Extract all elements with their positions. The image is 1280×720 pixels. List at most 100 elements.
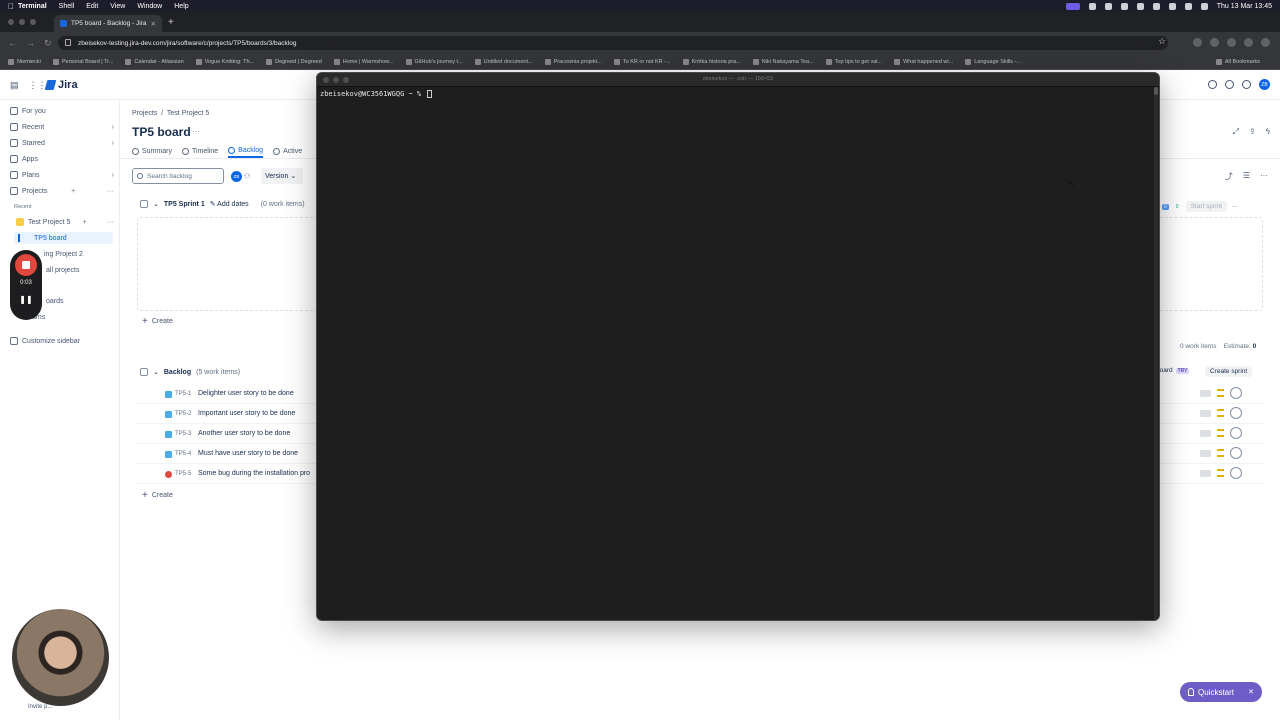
close-icon[interactable]: ✕ xyxy=(1248,688,1254,696)
tab-backlog[interactable]: Backlog xyxy=(228,144,264,158)
sidebar-item-all-projects[interactable]: all projects xyxy=(46,267,116,274)
more-icon[interactable]: ··· xyxy=(1232,204,1238,210)
priority-medium-icon[interactable] xyxy=(1217,389,1224,397)
fullscreen-icon[interactable]: ⤢ xyxy=(1233,127,1239,137)
more-icon[interactable]: ··· xyxy=(107,188,114,195)
sidebar-item-customize[interactable]: Customize sidebar xyxy=(10,337,114,345)
story-points-field[interactable] xyxy=(1200,430,1211,437)
menu-shell[interactable]: Shell xyxy=(59,3,75,10)
sidebar-item-test-project-5[interactable]: Test Project 5 + ··· xyxy=(16,218,114,226)
story-points-field[interactable] xyxy=(1200,470,1211,477)
more-icon[interactable]: ··· xyxy=(1260,171,1268,182)
chevron-down-icon[interactable]: ⌄ xyxy=(153,368,159,376)
quickstart-button[interactable]: Quickstart ✕ xyxy=(1180,682,1262,702)
sidebar-item-tp5-board[interactable]: TP5 board xyxy=(14,232,113,244)
issue-key[interactable]: TP5-5 xyxy=(175,471,191,477)
sidebar-item-project-2[interactable]: ing Project 2 xyxy=(44,251,114,258)
assignee-avatar[interactable] xyxy=(1230,407,1242,419)
settings-tray-icon[interactable] xyxy=(1088,2,1096,10)
site-info-icon[interactable] xyxy=(65,39,71,46)
issue-key[interactable]: TP5-2 xyxy=(175,411,191,417)
minimize-window-icon[interactable] xyxy=(19,19,25,25)
bookmark-item[interactable]: Niki Nakayama Tea... xyxy=(752,58,814,65)
bookmark-item[interactable]: Language Skills -... xyxy=(965,58,1021,65)
bookmark-item[interactable]: Untitled document... xyxy=(474,58,533,65)
search-tray-icon[interactable] xyxy=(1184,2,1192,10)
bluetooth-tray-icon[interactable] xyxy=(1152,2,1160,10)
forward-icon[interactable]: → xyxy=(26,38,36,48)
insights-icon[interactable]: ⤴ xyxy=(1225,171,1233,182)
apple-icon[interactable]:  xyxy=(8,2,18,11)
new-tab-icon[interactable]: + xyxy=(168,17,174,28)
bookmark-item[interactable]: Top tips to get val... xyxy=(825,58,882,65)
address-bar[interactable]: zbeisekov-testing.jira-dev.com/jira/soft… xyxy=(58,36,1168,50)
sidebar-item-starred[interactable]: Starred › xyxy=(10,139,114,147)
terminal-window[interactable]: zbeisekov — -zsh — 166×53 zbeisekov@WC35… xyxy=(316,72,1160,621)
menu-edit[interactable]: Edit xyxy=(86,3,98,10)
bookmark-item[interactable]: Home | Warmshow... xyxy=(333,58,394,65)
wifi-icon[interactable] xyxy=(1168,2,1176,10)
terminal-scrollbar[interactable] xyxy=(1154,87,1158,620)
jira-logo[interactable]: Jira xyxy=(44,79,78,91)
priority-medium-icon[interactable] xyxy=(1217,409,1224,417)
backlog-checkbox[interactable] xyxy=(140,368,148,376)
menu-view[interactable]: View xyxy=(110,3,125,10)
all-bookmarks[interactable]: All Bookmarks xyxy=(1215,58,1260,65)
bookmark-item[interactable]: To KR or not KR -... xyxy=(613,58,671,65)
view-settings-icon[interactable]: ☰ xyxy=(1243,171,1250,182)
story-points-field[interactable] xyxy=(1200,410,1211,417)
assignee-avatar[interactable] xyxy=(1230,467,1242,479)
add-dates-link[interactable]: ✎ Add dates xyxy=(210,200,249,208)
issue-summary[interactable]: Some bug during the installation pro xyxy=(198,470,310,477)
bookmark-item[interactable]: Calendar - Atlassian xyxy=(125,58,184,65)
chevron-down-icon[interactable]: ⌄ xyxy=(153,200,159,208)
invite-people-button[interactable]: Invite p... xyxy=(10,700,115,714)
assignee-avatar[interactable] xyxy=(1230,447,1242,459)
assignee-filter-icon[interactable]: ⚇ xyxy=(244,172,250,180)
terminal-titlebar[interactable]: zbeisekov — -zsh — 166×53 xyxy=(317,73,1159,87)
breadcrumb-project[interactable]: Test Project 5 xyxy=(167,110,209,117)
issue-summary[interactable]: Another user story to be done xyxy=(198,430,290,437)
bookmark-item[interactable]: Vogue Knitting: Th... xyxy=(195,58,254,65)
menu-help[interactable]: Help xyxy=(174,3,188,10)
stop-recording-icon[interactable] xyxy=(15,254,37,276)
settings-icon[interactable] xyxy=(1242,80,1251,89)
extension-icon[interactable] xyxy=(1227,38,1236,47)
share-icon[interactable]: ⇪ xyxy=(1249,127,1256,137)
start-sprint-button[interactable]: Start sprint xyxy=(1185,201,1227,212)
sidebar-item-for-you[interactable]: For you xyxy=(10,107,114,115)
issue-key[interactable]: TP5-3 xyxy=(175,431,191,437)
sidebar-item-projects[interactable]: Projects + ··· xyxy=(10,187,114,195)
profile-icon[interactable] xyxy=(1244,38,1253,47)
sidebar-item-boards[interactable]: oards xyxy=(46,298,116,305)
add-project-icon[interactable]: + xyxy=(71,188,75,195)
sidebar-item-teams[interactable]: ams xyxy=(32,314,102,321)
bookmark-item[interactable]: Pracownia projekt... xyxy=(544,58,602,65)
reload-icon[interactable]: ↻ xyxy=(44,38,54,49)
zoom-window-icon[interactable] xyxy=(30,19,36,25)
version-filter[interactable]: Version ⌄ xyxy=(261,168,303,184)
assignee-avatar[interactable] xyxy=(1230,427,1242,439)
tab-timeline[interactable]: Timeline xyxy=(181,147,218,155)
tab-active-sprint[interactable]: Active xyxy=(273,147,302,155)
breadcrumb-projects[interactable]: Projects xyxy=(132,110,157,117)
bookmark-star-icon[interactable]: ☆ xyxy=(1158,36,1166,47)
notifications-icon[interactable] xyxy=(1208,80,1217,89)
terminal-content[interactable]: zbeisekov@WC3561WGQG ~ % xyxy=(317,87,1159,101)
priority-medium-icon[interactable] xyxy=(1217,429,1224,437)
close-tab-icon[interactable]: ✕ xyxy=(151,20,156,28)
more-icon[interactable]: ··· xyxy=(107,219,114,226)
board-actions-icon[interactable]: ··· xyxy=(192,127,200,136)
story-points-field[interactable] xyxy=(1200,450,1211,457)
sidebar-toggle-icon[interactable]: ▤ xyxy=(10,80,19,91)
story-points-field[interactable] xyxy=(1200,390,1211,397)
search-input[interactable]: Search backlog xyxy=(132,168,224,184)
issue-summary[interactable]: Important user story to be done xyxy=(198,410,295,417)
avatar-filter[interactable]: ZB xyxy=(231,171,242,182)
priority-medium-icon[interactable] xyxy=(1217,469,1224,477)
automation-icon[interactable]: ϟ xyxy=(1266,127,1270,137)
cloud-tray-icon[interactable] xyxy=(1136,2,1144,10)
back-icon[interactable]: ← xyxy=(8,38,18,48)
close-window-icon[interactable] xyxy=(8,19,14,25)
menu-app-terminal[interactable]: Terminal xyxy=(18,3,47,10)
